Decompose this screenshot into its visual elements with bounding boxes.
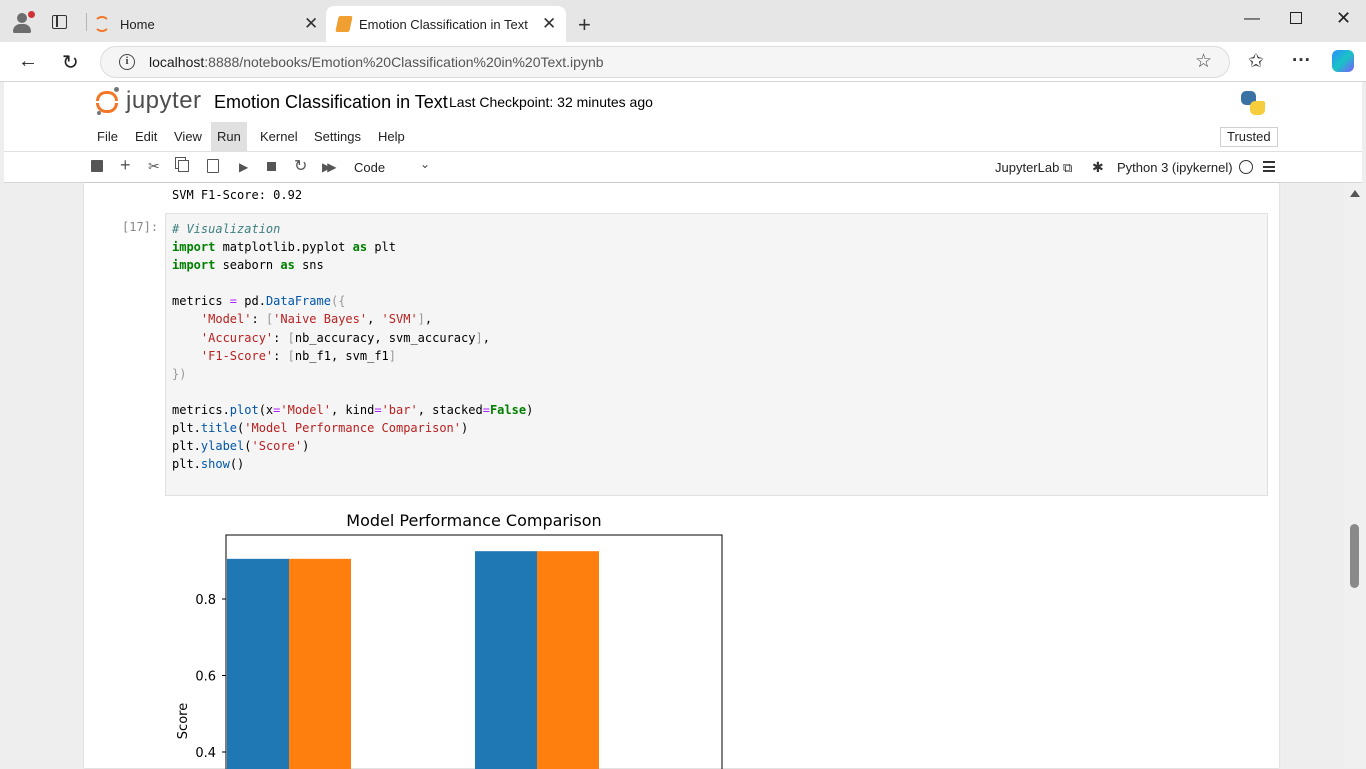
- menu-settings[interactable]: Settings: [308, 122, 367, 152]
- last-checkpoint: Last Checkpoint: 32 minutes ago: [449, 94, 653, 110]
- notebook-toolbar: + ✂ ▶ ↻ ▶▶ Code ⌄ JupyterLab ⧉ ✱ Python …: [4, 152, 1362, 183]
- kernel-name[interactable]: Python 3 (ipykernel): [1117, 160, 1233, 175]
- address-bar-row: ← ↻ i localhost:8888/notebooks/Emotion%2…: [0, 42, 1366, 82]
- paste-icon[interactable]: [207, 159, 219, 173]
- stop-icon[interactable]: [267, 162, 276, 171]
- y-tick-label: 0.6: [195, 670, 216, 685]
- menu-run[interactable]: Run: [211, 122, 247, 152]
- tab-actions-icon[interactable]: [52, 15, 67, 29]
- more-icon[interactable]: ···: [1292, 50, 1311, 72]
- cut-icon[interactable]: ✂: [148, 158, 160, 175]
- tab-home[interactable]: Home ✕: [90, 6, 326, 42]
- jupyterlab-link[interactable]: JupyterLab ⧉: [995, 160, 1072, 176]
- menu-edit[interactable]: Edit: [129, 122, 163, 152]
- menu-file[interactable]: File: [91, 122, 124, 152]
- bar-accuracy-naive-bayes: [227, 558, 289, 769]
- tab-notebook[interactable]: Emotion Classification in Text ✕: [326, 6, 566, 42]
- notebook-favicon-icon: [335, 16, 353, 32]
- divider: [86, 13, 87, 31]
- y-tick-label: 0.4: [195, 746, 216, 761]
- profile-icon[interactable]: [12, 11, 35, 33]
- insert-cell-icon[interactable]: +: [120, 155, 131, 176]
- menu-kernel[interactable]: Kernel: [254, 122, 304, 152]
- cell-type-select[interactable]: Code: [354, 160, 385, 175]
- site-info-icon[interactable]: i: [119, 54, 135, 70]
- jupyter-favicon-icon: [94, 16, 110, 32]
- bar-accuracy-svm: [475, 551, 537, 769]
- menu-view[interactable]: View: [168, 122, 208, 152]
- scroll-up-icon[interactable]: [1350, 190, 1360, 197]
- previous-cell-output: SVM F1-Score: 0.92: [172, 188, 303, 202]
- code-editor[interactable]: # Visualization import matplotlib.pyplot…: [172, 220, 533, 473]
- menu-icon[interactable]: [1263, 161, 1275, 172]
- tab-title: Home: [120, 16, 155, 32]
- scrollbar[interactable]: [1344, 183, 1366, 768]
- python-logo-icon: [1240, 90, 1266, 116]
- run-icon[interactable]: ▶: [239, 160, 248, 174]
- y-axis-label: Score: [176, 703, 191, 739]
- menu-bar: File Edit View Run Kernel Settings Help …: [4, 122, 1362, 152]
- jupyter-header: jupyter Emotion Classification in Text L…: [4, 82, 1362, 122]
- debugger-bug-icon[interactable]: ✱: [1092, 159, 1104, 176]
- code-cell[interactable]: # Visualization import matplotlib.pyplot…: [165, 213, 1268, 496]
- external-link-icon: ⧉: [1062, 160, 1073, 175]
- scrollbar-thumb[interactable]: [1350, 524, 1359, 588]
- favorites-icon[interactable]: ✩: [1248, 50, 1264, 73]
- notebook-panel: SVM F1-Score: 0.92 [17]: # Visualization…: [84, 183, 1279, 769]
- notebook-title[interactable]: Emotion Classification in Text: [214, 92, 448, 113]
- jupyter-page: jupyter Emotion Classification in Text L…: [4, 82, 1362, 769]
- cell-prompt: [17]:: [122, 220, 159, 234]
- copilot-icon[interactable]: [1332, 50, 1354, 72]
- bar-f1-score-naive-bayes: [289, 558, 351, 769]
- kernel-status-icon: [1239, 160, 1253, 174]
- back-arrow-icon[interactable]: ←: [18, 50, 38, 73]
- chart-title: Model Performance Comparison: [346, 511, 601, 530]
- tab-title: Emotion Classification in Text: [359, 16, 528, 32]
- jupyter-logo-icon[interactable]: [96, 87, 120, 115]
- close-icon[interactable]: ✕: [542, 14, 556, 34]
- restart-icon[interactable]: ↻: [294, 156, 307, 176]
- save-icon[interactable]: [91, 160, 103, 172]
- menu-help[interactable]: Help: [372, 122, 411, 152]
- bar-chart: Model Performance Comparison 0.4 0.6 0.8 S…: [176, 511, 723, 769]
- window-close-icon[interactable]: ✕: [1336, 8, 1351, 29]
- y-tick-label: 0.8: [195, 593, 216, 608]
- bar-f1-score-svm: [537, 551, 599, 769]
- close-icon[interactable]: ✕: [304, 14, 318, 34]
- browser-tab-strip: Home ✕ Emotion Classification in Text ✕ …: [0, 0, 1366, 42]
- trusted-badge[interactable]: Trusted: [1220, 127, 1278, 147]
- jupyter-wordmark[interactable]: jupyter: [126, 87, 202, 115]
- restart-run-all-icon[interactable]: ▶▶: [322, 160, 337, 174]
- chevron-down-icon[interactable]: ⌄: [420, 157, 430, 171]
- copy-icon[interactable]: [178, 160, 189, 172]
- refresh-icon[interactable]: ↻: [62, 50, 79, 75]
- new-tab-icon[interactable]: +: [578, 12, 591, 38]
- maximize-icon[interactable]: [1290, 12, 1302, 24]
- favorite-star-icon[interactable]: ☆: [1195, 50, 1212, 73]
- address-bar[interactable]: i localhost:8888/notebooks/Emotion%20Cla…: [100, 46, 1230, 78]
- url-text[interactable]: localhost:8888/notebooks/Emotion%20Class…: [149, 54, 604, 70]
- minimize-icon[interactable]: —: [1244, 10, 1260, 28]
